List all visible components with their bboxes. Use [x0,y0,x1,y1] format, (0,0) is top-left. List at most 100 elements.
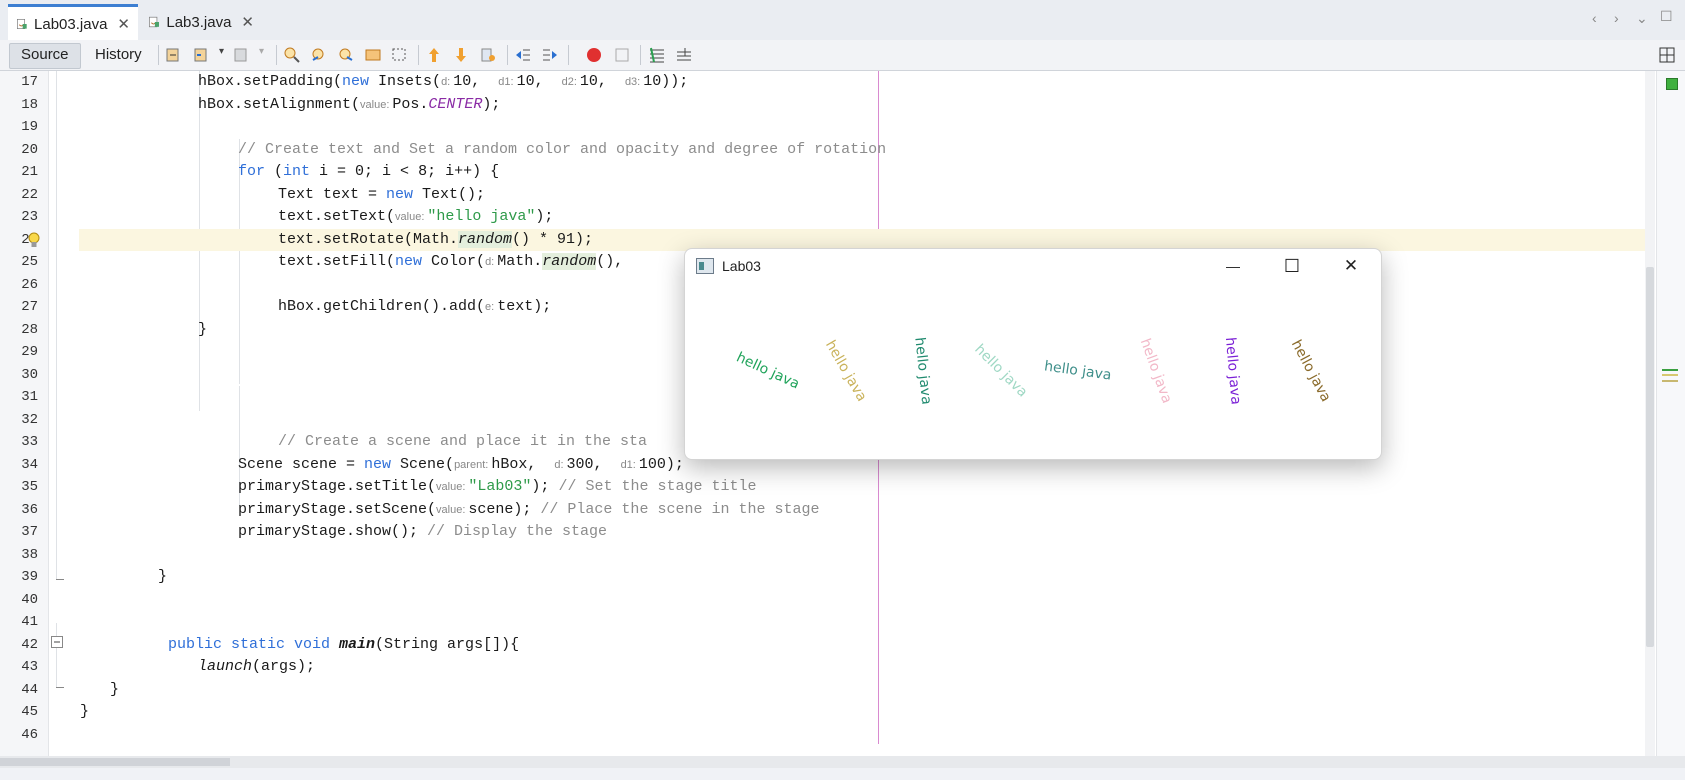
back-dropdown-icon[interactable]: ▾ [219,46,224,57]
close-button[interactable]: ✕ [1331,253,1371,279]
code-line-44: } [110,680,120,698]
show-opened-documents-icon[interactable]: ⌄ [1636,10,1648,27]
code-line-37: primaryStage.show(); // Display the stag… [238,523,608,540]
fold-collapse-icon[interactable] [51,636,63,648]
lab03-window[interactable]: Lab03 — ☐ ✕ hello java hello java hello ja… [684,248,1382,460]
line-number: 22 [21,186,38,203]
toggle-highlight-icon[interactable] [364,46,382,64]
forward-dropdown-icon[interactable]: ▾ [259,46,264,57]
code-line-42: public static void main(String args[]){ [168,635,520,653]
vertical-scrollbar-thumb[interactable] [1646,267,1654,647]
line-number: 35 [21,479,38,495]
history-button[interactable]: History [84,43,153,67]
line-number: 32 [21,411,38,428]
start-macro-recording-icon[interactable] [585,46,603,64]
code-line-28: } [198,320,208,338]
code-line-22: Text text = new Text(); [278,185,486,203]
split-window-icon[interactable] [1658,46,1676,64]
code-line-25: text.setFill(new Color(d: Math.random(), [278,253,624,270]
editor-tab-bar: Lab03.java ✕ Lab3.java ✕ ‹ › ⌄ ☐ [0,0,1685,41]
scroll-tabs-right-icon[interactable]: › [1614,10,1619,26]
source-button[interactable]: Source [9,43,81,69]
line-number: 38 [21,546,38,563]
line-number: 25 [21,254,38,270]
horizontal-scrollbar-thumb[interactable] [0,758,230,766]
previous-bookmark-icon[interactable] [425,46,443,64]
line-number: 29 [21,344,38,360]
find-previous-icon[interactable] [310,46,328,64]
line-number: 34 [21,456,38,473]
line-number: 18 [21,96,38,113]
line-number: 40 [21,591,38,608]
horizontal-scrollbar[interactable] [0,756,1685,768]
shift-line-right-icon[interactable] [541,46,559,64]
forward-icon[interactable] [232,46,250,64]
stop-macro-recording-icon[interactable] [613,46,631,64]
back-icon[interactable] [192,46,210,64]
toggle-bookmark-icon[interactable] [479,46,497,64]
code-line-21: for (int i = 0; i < 8; i++) { [238,163,500,180]
toggle-rectangular-selection-icon[interactable] [391,46,409,64]
shift-line-left-icon[interactable] [514,46,532,64]
minimize-button[interactable]: — [1213,253,1253,279]
close-tab-icon[interactable]: ✕ [117,15,130,33]
find-next-icon[interactable] [337,46,355,64]
line-number: 44 [21,681,38,698]
line-number: 17 [21,74,38,90]
tab-lab3-java[interactable]: Lab3.java ✕ [140,4,262,40]
line-number: 20 [21,141,38,158]
java-file-icon [17,18,27,30]
code-line-34: Scene scene = new Scene(parent: hBox, d: 3… [238,455,684,473]
line-number: 27 [21,299,38,315]
code-line-33: // Create a scene and place it in the st… [278,433,648,450]
line-number: 42 [21,636,38,653]
editor-toolbar: Source History ▾ ▾ [0,40,1685,71]
code-line-23: text.setText(value: "hello java"); [278,208,554,225]
line-number: 37 [21,524,38,540]
tab-lab03-java[interactable]: Lab03.java ✕ [8,4,138,41]
tab-label: Lab03.java [34,15,108,33]
code-line-36: primaryStage.setScene(value: scene); // P… [238,500,820,518]
code-line-24: text.setRotate(Math.random() * 91); [278,230,594,248]
scroll-tabs-left-icon[interactable]: ‹ [1592,10,1597,26]
java-file-icon [149,16,159,28]
maximize-button[interactable]: ☐ [1272,253,1312,279]
hello-java-text: hello java [970,341,1030,401]
window-title: Lab03 [722,258,761,274]
tab-label: Lab3.java [166,13,232,31]
close-tab-icon[interactable]: ✕ [241,13,254,31]
line-number: 31 [21,389,38,405]
line-number: 39 [21,569,38,585]
error-stripe [1656,71,1685,768]
code-line-17: hBox.setPadding(new Insets(d: 10, d1: 10, … [198,73,689,90]
hello-java-text: hello java [1287,337,1334,405]
line-number: 19 [21,119,38,135]
comment-icon[interactable] [648,46,666,64]
line-number: 36 [21,501,38,518]
lightbulb-hint-icon[interactable] [27,231,41,249]
line-number: 28 [21,321,38,338]
no-errors-icon [1666,78,1678,90]
line-number: 26 [21,276,38,293]
hello-java-text: hello java [1136,336,1175,406]
maximize-window-icon[interactable]: ☐ [1660,8,1673,25]
hello-java-text: hello java [1043,358,1113,384]
line-number: 23 [21,209,38,225]
line-number: 43 [21,659,38,675]
last-edit-icon[interactable] [164,46,182,64]
line-number: 45 [21,704,38,720]
hello-java-text: hello java [821,337,870,405]
code-line-45: } [80,703,90,720]
uncomment-icon[interactable] [675,46,693,64]
code-line-43: launch(args); [198,658,316,675]
java-app-icon [696,258,714,274]
code-line-39: } [158,568,168,585]
code-line-27: hBox.getChildren().add(e: text); [278,298,552,315]
code-line-35: primaryStage.setTitle(value: "Lab03"); //… [238,478,757,495]
line-number: 21 [21,164,38,180]
window-title-bar[interactable]: Lab03 [696,258,761,274]
find-icon[interactable] [283,46,301,64]
next-bookmark-icon[interactable] [452,46,470,64]
line-number: 30 [21,366,38,383]
hello-java-text: hello java [1221,336,1244,406]
